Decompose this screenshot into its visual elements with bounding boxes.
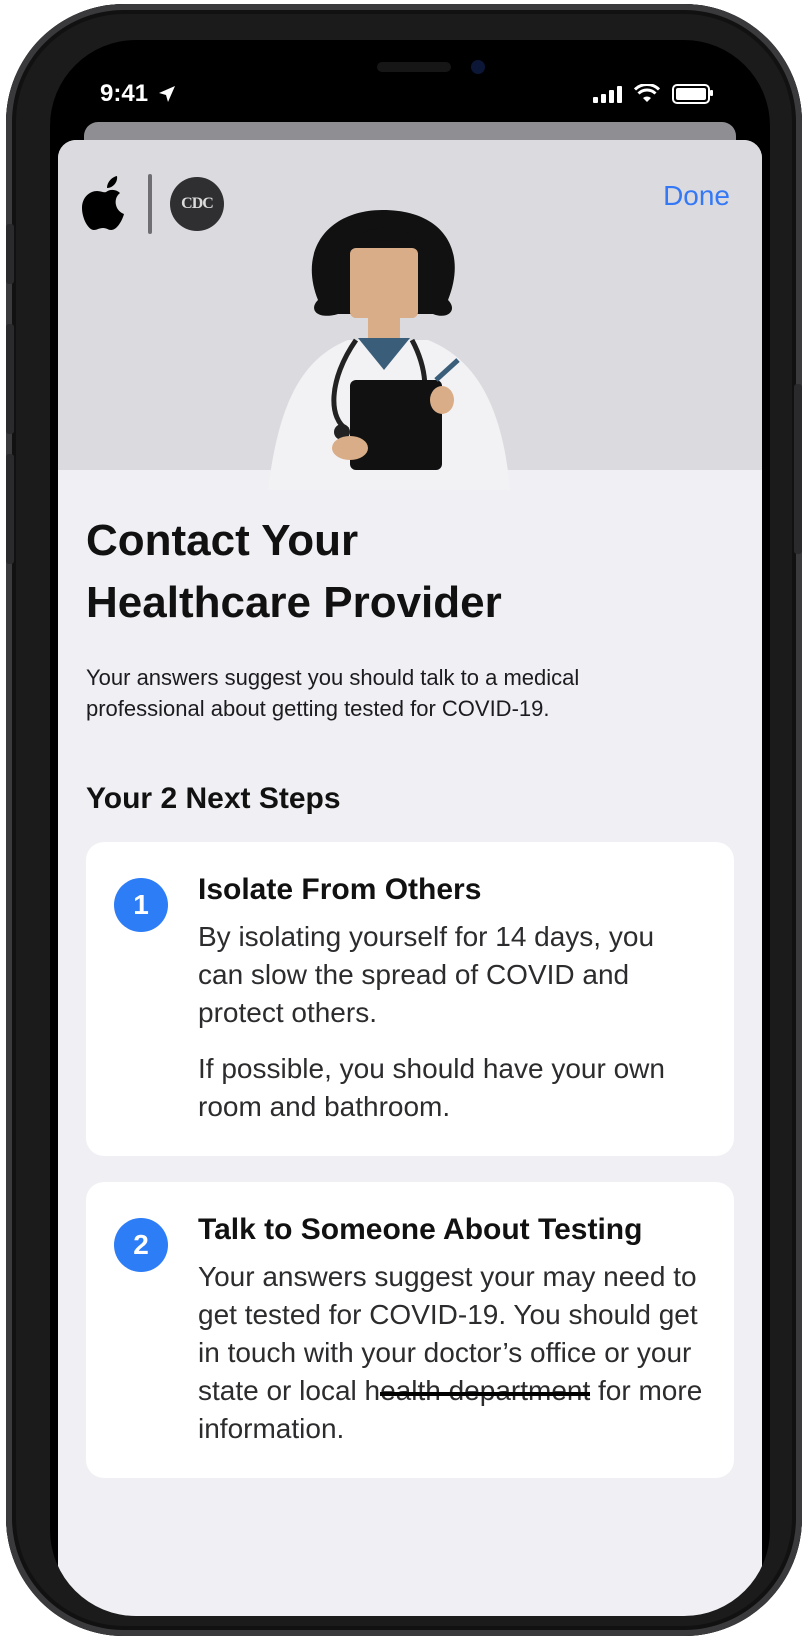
cellular-signal-icon	[593, 85, 622, 103]
apple-logo-icon	[82, 176, 124, 230]
page-title: Contact Your Healthcare Provider	[86, 510, 734, 634]
main-content: Contact Your Healthcare Provider Your an…	[86, 510, 734, 1478]
step-title: Isolate From Others	[198, 873, 482, 906]
volume-up-button	[6, 324, 14, 434]
steps-header: Your 2 Next Steps	[86, 782, 341, 815]
screen: 9:41 CDC Done Contact Your Healthcare Pr…	[50, 40, 770, 1616]
step-number-badge: 2	[114, 1218, 168, 1272]
doctor-illustration	[268, 210, 510, 490]
status-bar: 9:41	[100, 74, 713, 114]
step-text-struck: ealth department	[380, 1375, 591, 1406]
step-number-badge: 1	[114, 878, 168, 932]
hero-banner: CDC Done	[58, 140, 762, 490]
step-description: If possible, you should have your own ro…	[198, 1053, 665, 1122]
step-title: Talk to Someone About Testing	[198, 1213, 643, 1246]
status-time-group: 9:41	[100, 80, 176, 108]
page-subtitle: Your answers suggest you should talk to …	[86, 665, 580, 721]
speaker	[377, 62, 451, 72]
step-card-1: 1 Isolate From Others By isolating yours…	[86, 842, 734, 1156]
done-button[interactable]: Done	[663, 180, 730, 212]
page-title-line2: Healthcare Provider	[86, 578, 502, 627]
battery-icon	[672, 84, 713, 104]
front-camera	[471, 60, 485, 74]
cdc-logo: CDC	[170, 177, 224, 231]
mute-switch	[6, 224, 14, 284]
status-icons	[593, 84, 713, 104]
step-description: Your answers suggest your may need to ge…	[198, 1258, 704, 1448]
location-arrow-icon	[159, 86, 176, 102]
cdc-logo-text: CDC	[181, 195, 214, 212]
logo-divider	[148, 174, 152, 234]
step-card-2: 2 Talk to Someone About Testing Your ans…	[86, 1182, 734, 1478]
page-title-line1: Contact Your	[86, 516, 359, 565]
volume-down-button	[6, 454, 14, 564]
wifi-icon	[634, 84, 660, 102]
partner-logos: CDC	[82, 174, 224, 234]
step-description: By isolating yourself for 14 days, you c…	[198, 921, 655, 1028]
modal-sheet: CDC Done Contact Your Healthcare Provide…	[58, 140, 762, 1616]
power-button	[794, 384, 802, 554]
status-time: 9:41	[100, 80, 149, 107]
phone-frame: 9:41 CDC Done Contact Your Healthcare Pr…	[6, 4, 802, 1636]
